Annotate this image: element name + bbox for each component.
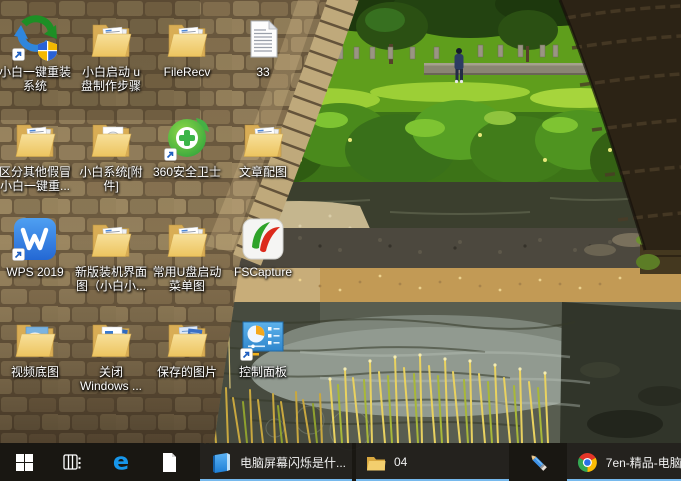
desktop-icon-article-images-folder[interactable]: 文章配图	[225, 110, 301, 179]
shortcut-arrow-icon	[12, 248, 25, 261]
icon-label: 新版装机界面 图（小白小...	[73, 265, 149, 293]
desktop: e	[0, 0, 681, 481]
icon-glyph	[225, 310, 301, 363]
start-button[interactable]	[0, 443, 48, 481]
icon-label: FSCapture	[225, 265, 301, 279]
folder-docs-icon	[163, 215, 211, 263]
taskbar-button-label: 04	[394, 455, 407, 469]
icon-label: 关闭 Windows ...	[73, 365, 149, 393]
icon-label: 常用U盘启动 菜单图	[149, 265, 225, 293]
shortcut-arrow-icon	[12, 48, 25, 61]
icon-label: FileRecv	[149, 65, 225, 79]
icon-glyph	[0, 110, 73, 163]
text-doc-icon	[239, 15, 287, 63]
desktop-icon-360-safe-guard[interactable]: 360安全卫士	[149, 110, 225, 179]
taskbar-button-label: 7en-精品-电脑	[606, 454, 681, 471]
icon-glyph	[225, 10, 301, 63]
desktop-icon-distinguish-fake-folder[interactable]: 区分其他假冒 小白一键重...	[0, 110, 73, 193]
desktop-icon-video-bg-folder[interactable]: 视频底图	[0, 310, 73, 379]
icon-label: 小白系统[附 件]	[73, 165, 149, 193]
desktop-icon-xiaobai-usb-steps[interactable]: 小白启动 u 盘制作步骤	[73, 10, 149, 93]
icon-glyph	[73, 110, 149, 163]
pencil-tool-button[interactable]	[514, 443, 562, 481]
desktop-icon-new-install-ui-folder[interactable]: 新版装机界面 图（小白小...	[73, 210, 149, 293]
icon-label: 小白启动 u 盘制作步骤	[73, 65, 149, 93]
icon-glyph	[73, 210, 149, 263]
desktop-icon-close-windows-folder[interactable]: 关闭 Windows ...	[73, 310, 149, 393]
desktop-icon-text-doc-33[interactable]: 33	[225, 10, 301, 79]
folder-docs-icon	[87, 215, 135, 263]
icon-glyph	[0, 10, 73, 63]
edge-icon	[109, 450, 133, 474]
shortcut-arrow-icon	[164, 148, 177, 161]
icon-glyph	[225, 210, 301, 263]
desktop-icon-xiaobai-reinstall[interactable]: 小白一键重装 系统	[0, 10, 73, 93]
chrome-icon	[577, 452, 598, 473]
folder-docs-icon	[87, 15, 135, 63]
desktop-icon-control-panel[interactable]: 控制面板	[225, 310, 301, 379]
icon-glyph	[0, 310, 73, 363]
folder-blueimg-icon	[163, 315, 211, 363]
icon-glyph	[73, 10, 149, 63]
icon-glyph	[149, 310, 225, 363]
icon-glyph	[225, 110, 301, 163]
white-doc-icon	[159, 452, 180, 473]
icon-label: 360安全卫士	[149, 165, 225, 179]
folder-media-icon	[87, 115, 135, 163]
folder-image-icon	[11, 315, 59, 363]
icon-label: WPS 2019	[0, 265, 73, 279]
taskbar-button-label: 电脑屏幕闪烁是什...	[240, 454, 346, 471]
desktop-icon-fscapture[interactable]: FSCapture	[225, 210, 301, 279]
task-view-icon	[63, 453, 81, 471]
taskbar: 电脑屏幕闪烁是什... 04 7en-精品-电脑	[0, 443, 681, 481]
icon-label: 33	[225, 65, 301, 79]
fscapture-icon	[239, 215, 287, 263]
icon-label: 保存的图片	[149, 365, 225, 379]
desktop-icon-saved-images-folder[interactable]: 保存的图片	[149, 310, 225, 379]
folder-docs-icon	[11, 115, 59, 163]
icon-glyph	[149, 110, 225, 163]
icon-glyph	[0, 210, 73, 263]
icon-label: 控制面板	[225, 365, 301, 379]
edge-button[interactable]	[97, 443, 145, 481]
task-view-button[interactable]	[48, 443, 96, 481]
desktop-icon-filerecv-folder[interactable]: FileRecv	[149, 10, 225, 79]
document-button[interactable]	[145, 443, 193, 481]
start-icon	[16, 454, 33, 471]
icon-label: 文章配图	[225, 165, 301, 179]
small-folder-icon	[366, 452, 386, 472]
icon-glyph	[149, 10, 225, 63]
desktop-icon-wps-2019[interactable]: WPS 2019	[0, 210, 73, 279]
window-screen-flicker[interactable]: 电脑屏幕闪烁是什...	[200, 443, 352, 481]
icon-label: 小白一键重装 系统	[0, 65, 73, 93]
folder-docs-icon	[239, 115, 287, 163]
shortcut-arrow-icon	[240, 348, 253, 361]
pencil-icon	[527, 451, 549, 473]
icon-glyph	[73, 310, 149, 363]
desktop-icon-xiaobai-system-folder[interactable]: 小白系统[附 件]	[73, 110, 149, 193]
folder-docs-icon	[163, 15, 211, 63]
window-folder-04[interactable]: 04	[356, 443, 509, 481]
icon-label: 视频底图	[0, 365, 73, 379]
window-chrome[interactable]: 7en-精品-电脑	[567, 443, 681, 481]
icon-glyph	[149, 210, 225, 263]
desktop-icon-usb-boot-menu-folder[interactable]: 常用U盘启动 菜单图	[149, 210, 225, 293]
folder-bluedoc-icon	[87, 315, 135, 363]
icon-label: 区分其他假冒 小白一键重...	[0, 165, 73, 193]
blue-book-icon	[210, 451, 232, 473]
